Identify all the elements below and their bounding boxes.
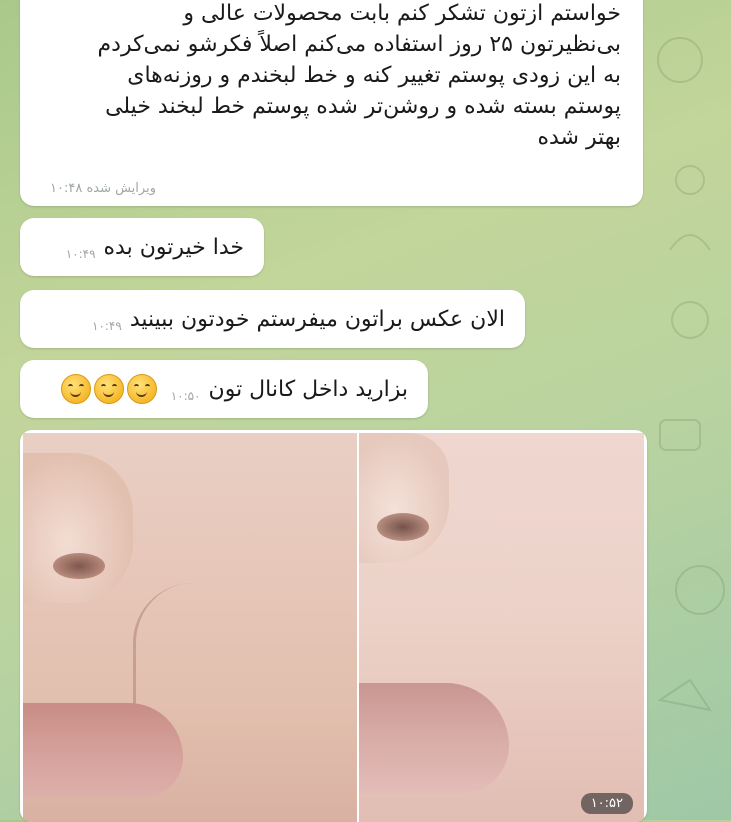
emoji-group [60, 374, 157, 404]
message-text: بزارید داخل کانال تون [208, 376, 408, 402]
smiling-face-icon [60, 374, 91, 404]
edited-label: ویرایش شده [86, 181, 156, 196]
message-time: ۱۰:۴۹ [65, 247, 96, 261]
message-bubble[interactable]: خدا خیرتون بده ۱۰:۴۹ [20, 218, 264, 276]
message-time: ۱۰:۴۹ [92, 319, 122, 333]
message-time: ۱۰:۴۸ [50, 181, 83, 196]
before-photo [23, 433, 357, 822]
message-meta: ویرایش شده ۱۰:۴۸ [50, 181, 156, 196]
message-time: ۱۰:۵۰ [170, 389, 201, 403]
message-text: خدا خیرتون بده [103, 234, 244, 260]
photo-message[interactable]: ۱۰:۵۲ [20, 430, 647, 822]
smiling-face-icon [126, 374, 157, 404]
message-text: الان عکس براتون میفرستم خودتون ببینید [129, 306, 505, 332]
message-bubble[interactable]: خواستم ازتون تشکر کنم بابت محصولات عالی … [20, 0, 643, 206]
message-text: خواستم ازتون تشکر کنم بابت محصولات عالی … [97, 1, 621, 150]
photo-time: ۱۰:۵۲ [580, 793, 633, 814]
smiling-face-icon [93, 374, 124, 404]
after-photo [359, 433, 644, 822]
message-bubble[interactable]: بزارید داخل کانال تون ۱۰:۵۰ [20, 360, 428, 418]
message-bubble[interactable]: الان عکس براتون میفرستم خودتون ببینید ۱۰… [20, 290, 525, 348]
